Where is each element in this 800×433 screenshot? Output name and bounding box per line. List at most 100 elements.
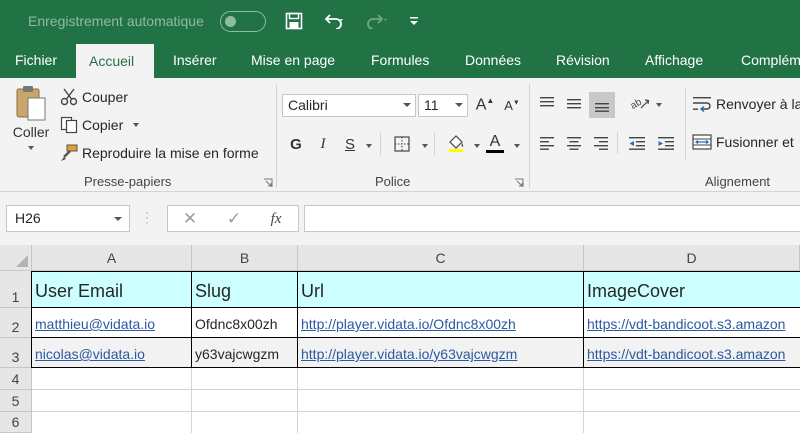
cell-c2[interactable]: http://player.vidata.io/Ofdnc8x00zh: [298, 308, 584, 338]
tab-inserer[interactable]: Insérer: [160, 42, 230, 78]
tab-revision[interactable]: Révision: [543, 42, 623, 78]
align-bottom-button[interactable]: [589, 92, 615, 118]
align-separator: [685, 88, 686, 160]
tab-mise-en-page[interactable]: Mise en page: [238, 42, 348, 78]
fill-color-button[interactable]: [444, 130, 468, 156]
spreadsheet-grid: A B C D 1 2 3 4 5 6 User Email Slug Url …: [0, 245, 800, 433]
underline-button[interactable]: S: [340, 132, 360, 156]
increase-indent-button[interactable]: [654, 132, 678, 154]
tab-affichage[interactable]: Affichage: [632, 42, 716, 78]
row-header-3[interactable]: 3: [0, 338, 32, 368]
cell-d1[interactable]: ImageCover: [584, 272, 800, 308]
cell-c4[interactable]: [298, 368, 584, 390]
orientation-button[interactable]: ab: [627, 92, 653, 114]
align-top-button[interactable]: [536, 92, 558, 114]
cell-c6[interactable]: [298, 412, 584, 433]
italic-button[interactable]: I: [313, 132, 333, 156]
cell-b4[interactable]: [192, 368, 298, 390]
font-size-select[interactable]: 11: [418, 94, 468, 117]
decrease-font-size-button[interactable]: A▼: [501, 94, 523, 117]
cell-c1[interactable]: Url: [298, 272, 584, 308]
cell-a6[interactable]: [32, 412, 192, 433]
decrease-font-icon: A▼: [504, 98, 520, 113]
cell-c5[interactable]: [298, 390, 584, 412]
cell-d3[interactable]: https://vdt-bandicoot.s3.amazon: [584, 338, 800, 368]
tab-complements[interactable]: Complém: [728, 42, 800, 78]
cell-a1[interactable]: User Email: [32, 272, 192, 308]
cell-d6[interactable]: [584, 412, 800, 433]
row-header-4[interactable]: 4: [0, 368, 32, 390]
customize-toolbar-button[interactable]: [404, 9, 424, 33]
autosave-toggle[interactable]: [220, 11, 266, 32]
decrease-indent-button[interactable]: [625, 132, 649, 154]
cell-b2[interactable]: Ofdnc8x00zh: [192, 308, 298, 338]
select-all-button[interactable]: [0, 245, 32, 271]
clipboard-group-label: Presse-papiers: [84, 174, 172, 189]
font-color-button[interactable]: A: [484, 130, 506, 156]
cell-a3[interactable]: nicolas@vidata.io: [32, 338, 192, 368]
name-box[interactable]: H26: [6, 205, 130, 232]
cell-d4[interactable]: [584, 368, 800, 390]
copy-button[interactable]: Copier: [60, 116, 140, 134]
redo-button[interactable]: [360, 9, 396, 33]
underline-dropdown-icon[interactable]: [366, 144, 372, 148]
cell-d5[interactable]: [584, 390, 800, 412]
enter-icon[interactable]: ✓: [224, 209, 244, 228]
font-name-select[interactable]: Calibri: [282, 94, 416, 117]
row-header-1[interactable]: 1: [0, 271, 32, 308]
cut-button[interactable]: Couper: [60, 88, 128, 106]
splitter-handle[interactable]: · · ·: [145, 206, 149, 228]
cell-a5[interactable]: [32, 390, 192, 412]
align-left-button[interactable]: [536, 132, 558, 154]
align-right-button[interactable]: [590, 132, 612, 154]
format-painter-label: Reproduire la mise en forme: [82, 145, 259, 161]
cell-a4[interactable]: [32, 368, 192, 390]
font-launcher-icon[interactable]: [514, 178, 524, 188]
formula-input[interactable]: [304, 205, 800, 232]
font-group-label: Police: [375, 174, 411, 189]
increase-font-icon: A▲: [475, 96, 495, 114]
paste-dropdown-icon[interactable]: [28, 146, 34, 150]
borders-dropdown-icon[interactable]: [422, 144, 428, 148]
row-header-6[interactable]: 6: [0, 412, 32, 433]
align-middle-button[interactable]: [563, 92, 585, 114]
tab-accueil[interactable]: Accueil: [76, 44, 154, 78]
merge-cells-icon: [692, 134, 712, 150]
column-header-b[interactable]: B: [192, 245, 298, 271]
orientation-dropdown-icon[interactable]: [656, 103, 662, 107]
row-header-5[interactable]: 5: [0, 390, 32, 412]
undo-button[interactable]: [316, 9, 352, 33]
clipboard-launcher-icon[interactable]: [263, 178, 273, 188]
paste-button[interactable]: Coller: [8, 84, 54, 164]
borders-button[interactable]: [390, 132, 414, 156]
font-color-dropdown-icon[interactable]: [514, 144, 520, 148]
format-painter-button[interactable]: Reproduire la mise en forme: [60, 144, 259, 162]
row-header-2[interactable]: 2: [0, 308, 32, 338]
cell-c3[interactable]: http://player.vidata.io/y63vajcwgzm: [298, 338, 584, 368]
ribbon-separator: [529, 84, 530, 188]
copy-dropdown-icon[interactable]: [133, 123, 140, 127]
cancel-icon[interactable]: ✕: [180, 209, 200, 228]
cell-a2[interactable]: matthieu@vidata.io: [32, 308, 192, 338]
tab-fichier[interactable]: Fichier: [2, 42, 70, 78]
column-header-c[interactable]: C: [298, 245, 584, 271]
fill-color-dropdown-icon[interactable]: [474, 144, 480, 148]
insert-function-button[interactable]: fx: [266, 210, 286, 228]
column-header-a[interactable]: A: [32, 245, 192, 271]
chevron-down-icon: [403, 103, 411, 107]
merge-center-button[interactable]: Fusionner et: [692, 134, 794, 150]
cell-d2[interactable]: https://vdt-bandicoot.s3.amazon: [584, 308, 800, 338]
bold-button[interactable]: G: [286, 132, 306, 156]
increase-font-size-button[interactable]: A▲: [474, 94, 496, 117]
cell-b6[interactable]: [192, 412, 298, 433]
cell-b1[interactable]: Slug: [192, 272, 298, 308]
borders-icon: [394, 136, 410, 152]
save-button[interactable]: [282, 9, 306, 33]
wrap-text-button[interactable]: Renvoyer à la: [692, 96, 800, 112]
align-center-button[interactable]: [563, 132, 585, 154]
tab-formules[interactable]: Formules: [358, 42, 442, 78]
cell-b5[interactable]: [192, 390, 298, 412]
tab-donnees[interactable]: Données: [452, 42, 534, 78]
cell-b3[interactable]: y63vajcwgzm: [192, 338, 298, 368]
column-header-d[interactable]: D: [584, 245, 800, 271]
